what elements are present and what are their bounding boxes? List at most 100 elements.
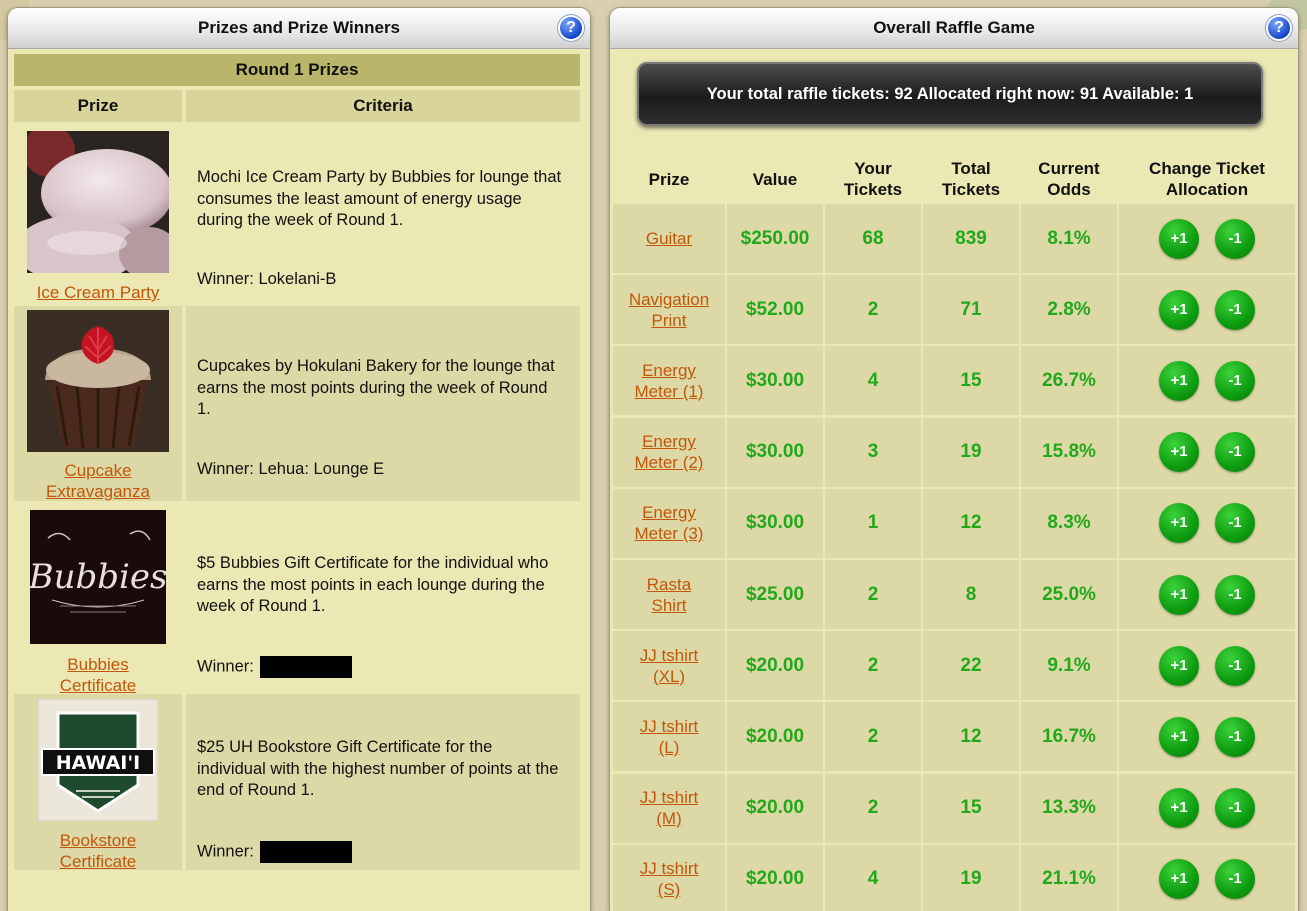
prize-cell: Bubbies Bubbies Certificate (14, 504, 182, 695)
prize-value: $30.00 (745, 512, 805, 534)
remove-ticket-button[interactable]: -1 (1215, 788, 1255, 829)
prize-link-line: (L) (658, 737, 680, 757)
raffle-prize-link[interactable]: Energy Meter (1) (635, 360, 704, 402)
prize-link-line: JJ tshirt (639, 788, 699, 808)
raffle-panel-header: Overall Raffle Game ? (610, 8, 1298, 49)
add-ticket-button[interactable]: +1 (1159, 360, 1199, 401)
prize-link-line: Energy (642, 432, 696, 452)
your-tickets-cell: 2 (825, 275, 921, 345)
raffle-prize-link[interactable]: Energy Meter (3) (635, 502, 704, 544)
add-ticket-button[interactable]: +1 (1159, 432, 1199, 473)
total-tickets-cell: 12 (923, 702, 1019, 772)
prize-link-bubbies-certificate[interactable]: Bubbies Certificate (14, 654, 182, 696)
remove-ticket-button[interactable]: -1 (1215, 289, 1255, 330)
hawaii-bookstore-logo: HAWAI'I (38, 699, 158, 821)
remove-ticket-button[interactable]: -1 (1215, 360, 1255, 401)
allocation-cell: +1 -1 (1119, 275, 1295, 345)
prize-link-line: (S) (657, 880, 681, 900)
prize-value: $30.00 (745, 369, 805, 391)
raffle-prize-link[interactable]: Rasta Shirt (647, 574, 691, 616)
prize-value-cell: $25.00 (727, 560, 823, 629)
current-odds: 25.0% (1042, 583, 1096, 605)
total-tickets: 15 (960, 369, 982, 391)
remove-ticket-button[interactable]: -1 (1215, 574, 1255, 615)
your-tickets: 4 (867, 369, 879, 391)
total-tickets: 19 (960, 441, 982, 463)
current-odds-cell: 21.1% (1021, 844, 1117, 911)
add-ticket-button[interactable]: +1 (1159, 645, 1199, 686)
allocation-cell: +1 -1 (1119, 488, 1295, 558)
prizes-panel-header: Prizes and Prize Winners ? (8, 8, 590, 49)
total-tickets-cell: 71 (923, 275, 1019, 345)
remove-ticket-button[interactable]: -1 (1215, 218, 1255, 259)
prize-link-line: (XL) (652, 666, 686, 686)
prize-value: $250.00 (740, 227, 810, 249)
current-odds: 8.3% (1047, 512, 1091, 534)
prize-link-bookstore-certificate[interactable]: Bookstore Certificate (14, 830, 182, 872)
remove-ticket-button[interactable]: -1 (1215, 432, 1255, 473)
current-odds-cell: 8.3% (1021, 488, 1117, 558)
your-tickets-cell: 2 (825, 560, 921, 629)
your-tickets: 2 (867, 298, 879, 320)
winner-name: Lehua: Lounge E (258, 460, 385, 478)
allocation-cell: +1 -1 (1119, 844, 1295, 911)
allocation-cell: +1 -1 (1119, 560, 1295, 629)
prize-link-line: JJ tshirt (639, 645, 699, 665)
current-odds-cell: 16.7% (1021, 702, 1117, 772)
total-tickets: 12 (960, 725, 982, 747)
raffle-prize-link[interactable]: JJ tshirt (XL) (640, 645, 699, 687)
add-ticket-button[interactable]: +1 (1159, 716, 1199, 757)
prize-link-line: Meter (2) (634, 453, 704, 473)
help-icon[interactable]: ? (1268, 17, 1290, 39)
add-ticket-button[interactable]: +1 (1159, 859, 1199, 900)
remove-ticket-button[interactable]: -1 (1215, 716, 1255, 757)
raffle-prize-link[interactable]: Guitar (646, 228, 692, 249)
raffle-row: Energy Meter (1) $30.00 4 15 26.7% +1 -1 (613, 346, 1295, 416)
your-tickets-cell: 68 (825, 204, 921, 273)
prize-link-line: Certificate (59, 852, 137, 871)
current-odds: 13.3% (1042, 797, 1096, 819)
prize-link-line: Meter (1) (634, 381, 704, 401)
add-ticket-button[interactable]: +1 (1159, 574, 1199, 615)
your-tickets-cell: 2 (825, 702, 921, 772)
prize-link-line: Print (651, 310, 687, 330)
add-ticket-button[interactable]: +1 (1159, 503, 1199, 544)
criteria-cell: $5 Bubbies Gift Certificate for the indi… (186, 504, 580, 691)
prize-link-line: Meter (3) (634, 524, 704, 544)
prize-value-cell: $20.00 (727, 631, 823, 701)
your-tickets: 68 (862, 227, 884, 249)
raffle-prize-link[interactable]: JJ tshirt (S) (640, 858, 699, 900)
prizes-panel: Prizes and Prize Winners ? Round 1 Prize… (8, 8, 590, 911)
prize-link-ice-cream-party[interactable]: Ice Cream Party (14, 282, 182, 303)
prize-cell: HAWAI'I Bookstore Certificate (14, 694, 182, 872)
prize-value-cell: $30.00 (727, 346, 823, 416)
current-odds: 8.1% (1047, 227, 1091, 249)
add-ticket-button[interactable]: +1 (1159, 788, 1199, 829)
your-tickets-cell: 4 (825, 346, 921, 416)
prize-link-line: JJ tshirt (639, 859, 699, 879)
column-header-current-odds: Current Odds (1038, 159, 1100, 199)
your-tickets-cell: 1 (825, 488, 921, 558)
total-tickets-cell: 12 (923, 488, 1019, 558)
prize-link-line: Navigation (628, 289, 710, 309)
remove-ticket-button[interactable]: -1 (1215, 645, 1255, 686)
raffle-prize-link[interactable]: Energy Meter (2) (635, 431, 704, 473)
raffle-prize-link[interactable]: JJ tshirt (M) (640, 787, 699, 829)
remove-ticket-button[interactable]: -1 (1215, 859, 1255, 900)
prize-link-cupcake-extravaganza[interactable]: Cupcake Extravaganza (14, 460, 182, 502)
prize-cell: Guitar (613, 204, 725, 273)
prize-link-line: Shirt (651, 595, 687, 615)
raffle-prize-link[interactable]: JJ tshirt (L) (640, 716, 699, 758)
prize-winner: Winner: (197, 841, 352, 863)
add-ticket-button[interactable]: +1 (1159, 289, 1199, 330)
raffle-prize-link[interactable]: Navigation Print (629, 289, 709, 331)
prize-link-line: Extravaganza (46, 482, 150, 501)
your-tickets: 2 (867, 654, 879, 676)
column-header-criteria: Criteria (186, 90, 580, 122)
add-ticket-button[interactable]: +1 (1159, 218, 1199, 259)
winner-redacted (259, 841, 352, 863)
remove-ticket-button[interactable]: -1 (1215, 503, 1255, 544)
raffle-row: JJ tshirt (S) $20.00 4 19 21.1% +1 -1 (613, 844, 1295, 911)
allocation-cell: +1 -1 (1119, 773, 1295, 843)
help-icon[interactable]: ? (560, 17, 582, 39)
